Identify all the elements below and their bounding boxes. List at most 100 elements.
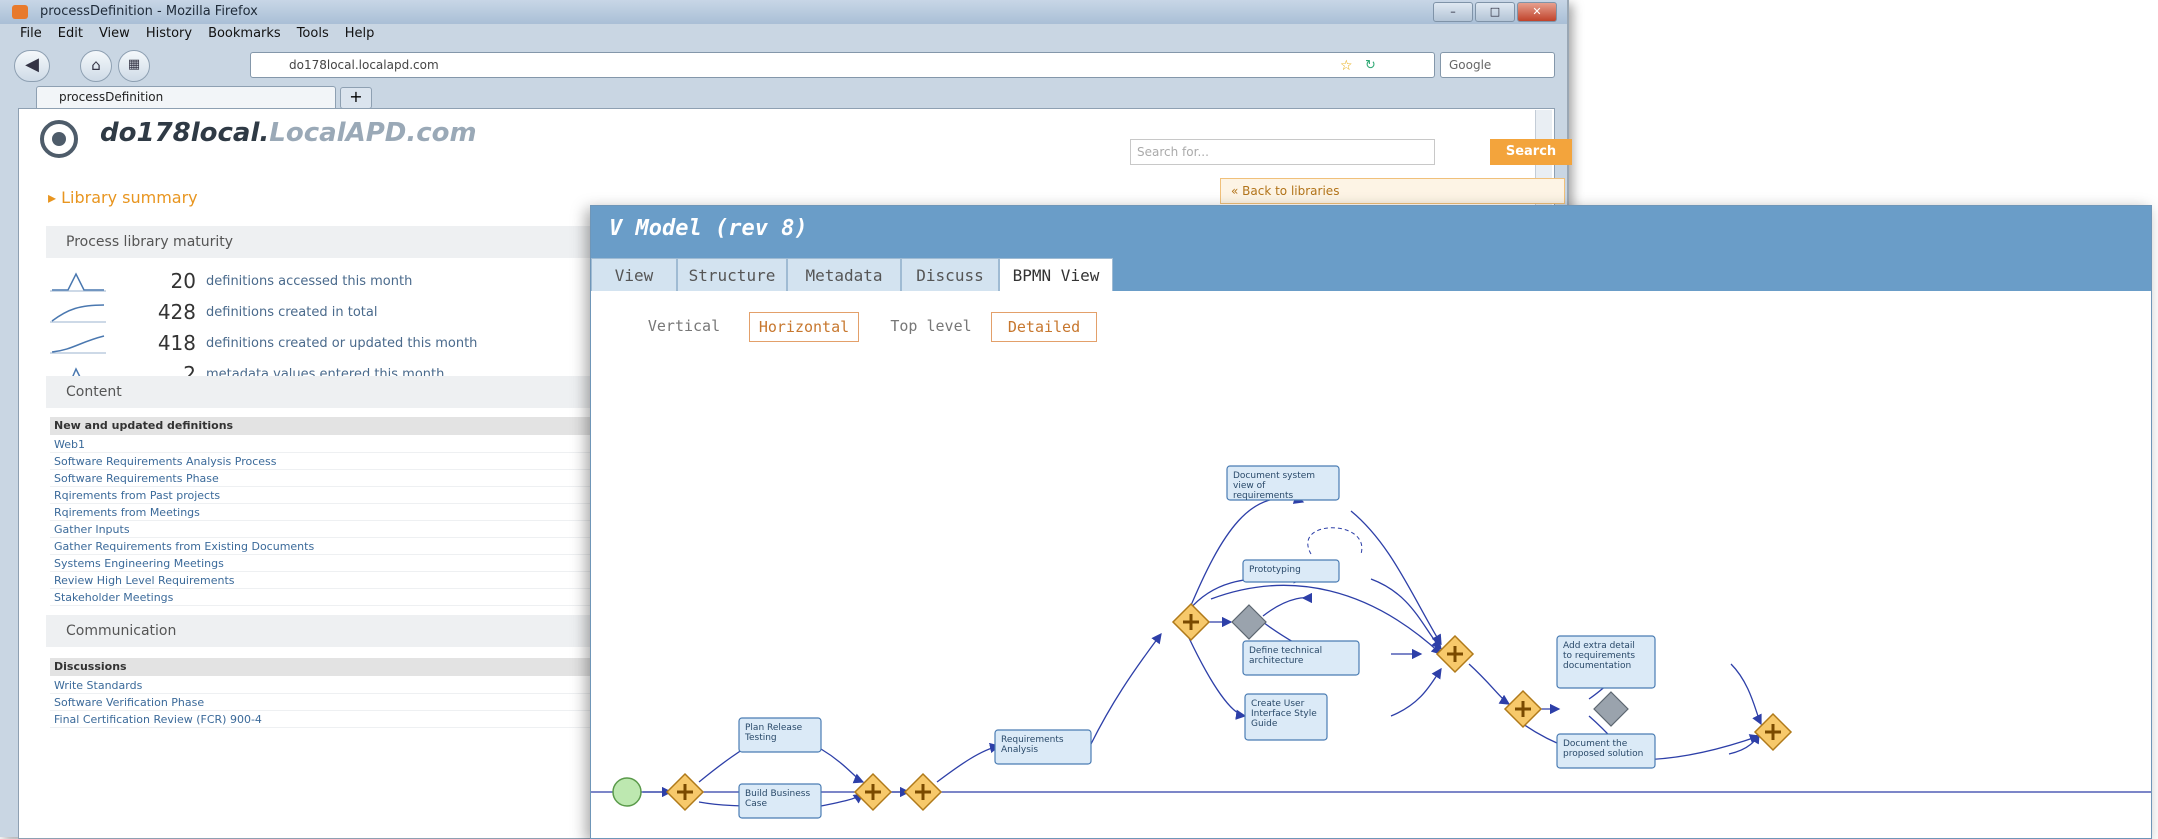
back-to-libraries-link[interactable]: « Back to libraries bbox=[1220, 178, 1565, 204]
reload-icon[interactable]: ↻ bbox=[1365, 58, 1376, 73]
loop-connector bbox=[1307, 527, 1363, 555]
exclusive-gateway-icon[interactable] bbox=[1231, 604, 1267, 640]
browser-tab-label: processDefinition bbox=[59, 90, 164, 104]
list-item[interactable]: Systems Engineering Meetings bbox=[50, 555, 610, 572]
task-label: Testing bbox=[744, 733, 777, 743]
stat-row: 418 definitions created or updated this m… bbox=[50, 330, 477, 356]
url-bar[interactable]: do178local.localapd.com bbox=[250, 52, 1435, 78]
stat-row: 20 definitions accessed this month bbox=[50, 268, 412, 294]
task-label: Create User bbox=[1251, 699, 1305, 709]
discussions-heading: Discussions bbox=[50, 658, 610, 676]
content-heading: Content bbox=[46, 376, 606, 408]
maximize-button[interactable]: □ bbox=[1475, 2, 1515, 22]
stat-count: 428 bbox=[157, 300, 196, 324]
title-bar: processDefinition - Mozilla Firefox – □ … bbox=[0, 0, 1567, 24]
site-title[interactable]: do178local.LocalAPD.com bbox=[100, 118, 477, 148]
stat-description[interactable]: definitions accessed this month bbox=[206, 274, 412, 289]
site-title-main: do178local. bbox=[100, 118, 270, 148]
list-item[interactable]: Write Standards bbox=[50, 677, 610, 694]
site-search-button[interactable]: Search bbox=[1490, 139, 1572, 165]
task-label: Requirements bbox=[1001, 735, 1064, 745]
task-label: Case bbox=[745, 799, 767, 809]
list-item[interactable]: Web1 bbox=[50, 436, 610, 453]
task-label: Document the bbox=[1563, 739, 1628, 749]
task-label: Guide bbox=[1251, 719, 1278, 729]
task-label: documentation bbox=[1563, 661, 1631, 671]
tab-discuss[interactable]: Discuss bbox=[901, 258, 999, 291]
sparkline-icon bbox=[50, 304, 106, 323]
list-item[interactable]: Review High Level Requirements bbox=[50, 572, 610, 589]
library-summary-link[interactable]: ▸ Library summary bbox=[48, 188, 198, 207]
back-arrow-icon[interactable]: ◀ bbox=[14, 50, 50, 82]
task-label: to requirements bbox=[1563, 651, 1635, 661]
task-label: Plan Release bbox=[745, 723, 803, 733]
menu-item-tools[interactable]: Tools bbox=[297, 26, 329, 46]
site-logo-icon bbox=[40, 120, 78, 158]
firefox-icon bbox=[12, 5, 28, 19]
navigation-bar: ◀ ⌂ ▦ do178local.localapd.com ☆ ↻ Google bbox=[0, 48, 1567, 82]
list-item[interactable]: Gather Inputs bbox=[50, 521, 610, 538]
option-vertical[interactable]: Vertical bbox=[629, 312, 739, 342]
list-item[interactable]: Rqirements from Past projects bbox=[50, 487, 610, 504]
maturity-heading: Process library maturity bbox=[46, 226, 606, 258]
sparkline-icon bbox=[50, 335, 106, 354]
list-item[interactable]: Rqirements from Meetings bbox=[50, 504, 610, 521]
bookmarks-icon[interactable]: ▦ bbox=[118, 50, 150, 82]
tab-metadata[interactable]: Metadata bbox=[787, 258, 901, 291]
bpmn-diagram: Plan ReleaseTesting Build BusinessCase Req… bbox=[591, 465, 2151, 819]
url-text: do178local.localapd.com bbox=[289, 58, 439, 72]
list-item[interactable]: Stakeholder Meetings bbox=[50, 589, 610, 606]
vmodel-panel: V Model (rev 8) View Structure Metadata … bbox=[590, 205, 2152, 839]
tab-view[interactable]: View bbox=[591, 258, 677, 291]
stat-row: 428 definitions created in total bbox=[50, 299, 377, 325]
list-item[interactable]: Gather Requirements from Existing Docume… bbox=[50, 538, 610, 555]
site-title-domain: LocalAPD.com bbox=[269, 118, 477, 148]
list-item[interactable]: Software Requirements Analysis Process bbox=[50, 453, 610, 470]
browser-search-input[interactable]: Google bbox=[1440, 52, 1555, 78]
option-detailed[interactable]: Detailed bbox=[991, 312, 1097, 342]
tab-structure[interactable]: Structure bbox=[677, 258, 787, 291]
new-definitions-heading: New and updated definitions bbox=[50, 417, 610, 435]
browser-tab[interactable]: processDefinition bbox=[36, 86, 336, 108]
stat-count: 20 bbox=[170, 269, 196, 293]
close-button[interactable]: ✕ bbox=[1517, 2, 1557, 22]
list-item[interactable]: Software Verification Phase bbox=[50, 694, 610, 711]
task-label: view of bbox=[1233, 481, 1266, 491]
stat-description[interactable]: definitions created in total bbox=[206, 305, 377, 320]
menu-item-bookmarks[interactable]: Bookmarks bbox=[208, 26, 281, 46]
diagram-shapes: Plan ReleaseTesting Build BusinessCase Req… bbox=[612, 465, 1793, 819]
menu-bar: File Edit View History Bookmarks Tools Help bbox=[0, 26, 1587, 46]
bookmark-star-icon[interactable]: ☆ bbox=[1340, 58, 1353, 74]
site-search-input[interactable]: Search for... bbox=[1130, 139, 1435, 165]
stat-count: 418 bbox=[157, 331, 196, 355]
task-label: Define technical bbox=[1249, 646, 1322, 656]
sparkline-icon bbox=[50, 272, 106, 292]
start-event-icon[interactable] bbox=[612, 777, 642, 807]
task-label: Interface Style bbox=[1251, 709, 1317, 719]
minimize-button[interactable]: – bbox=[1433, 2, 1473, 22]
new-tab-button[interactable]: + bbox=[340, 87, 372, 109]
option-horizontal[interactable]: Horizontal bbox=[749, 312, 859, 342]
tab-strip: processDefinition + bbox=[0, 86, 1567, 109]
stat-description[interactable]: definitions created or updated this mont… bbox=[206, 336, 477, 351]
list-item[interactable]: Software Requirements Phase bbox=[50, 470, 610, 487]
home-icon[interactable]: ⌂ bbox=[80, 50, 112, 82]
task-label: architecture bbox=[1249, 656, 1304, 666]
menu-item-history[interactable]: History bbox=[146, 26, 192, 46]
window-title: processDefinition - Mozilla Firefox bbox=[40, 4, 258, 19]
vmodel-header: V Model (rev 8) View Structure Metadata … bbox=[591, 206, 2151, 291]
task-label: Prototyping bbox=[1249, 565, 1301, 575]
menu-item-file[interactable]: File bbox=[20, 26, 42, 46]
menu-item-help[interactable]: Help bbox=[345, 26, 375, 46]
tab-bpmn-view[interactable]: BPMN View bbox=[999, 258, 1113, 291]
task-label: Document system bbox=[1233, 471, 1315, 481]
task-label: requirements bbox=[1233, 491, 1294, 501]
option-top-level[interactable]: Top level bbox=[881, 312, 981, 342]
menu-item-edit[interactable]: Edit bbox=[58, 26, 83, 46]
vmodel-title: V Model (rev 8) bbox=[609, 216, 808, 241]
task-label: Analysis bbox=[1001, 745, 1038, 755]
exclusive-gateway-icon[interactable] bbox=[1593, 691, 1629, 727]
menu-item-view[interactable]: View bbox=[99, 26, 130, 46]
communication-heading: Communication bbox=[46, 615, 606, 647]
list-item[interactable]: Final Certification Review (FCR) 900-4 bbox=[50, 711, 610, 728]
